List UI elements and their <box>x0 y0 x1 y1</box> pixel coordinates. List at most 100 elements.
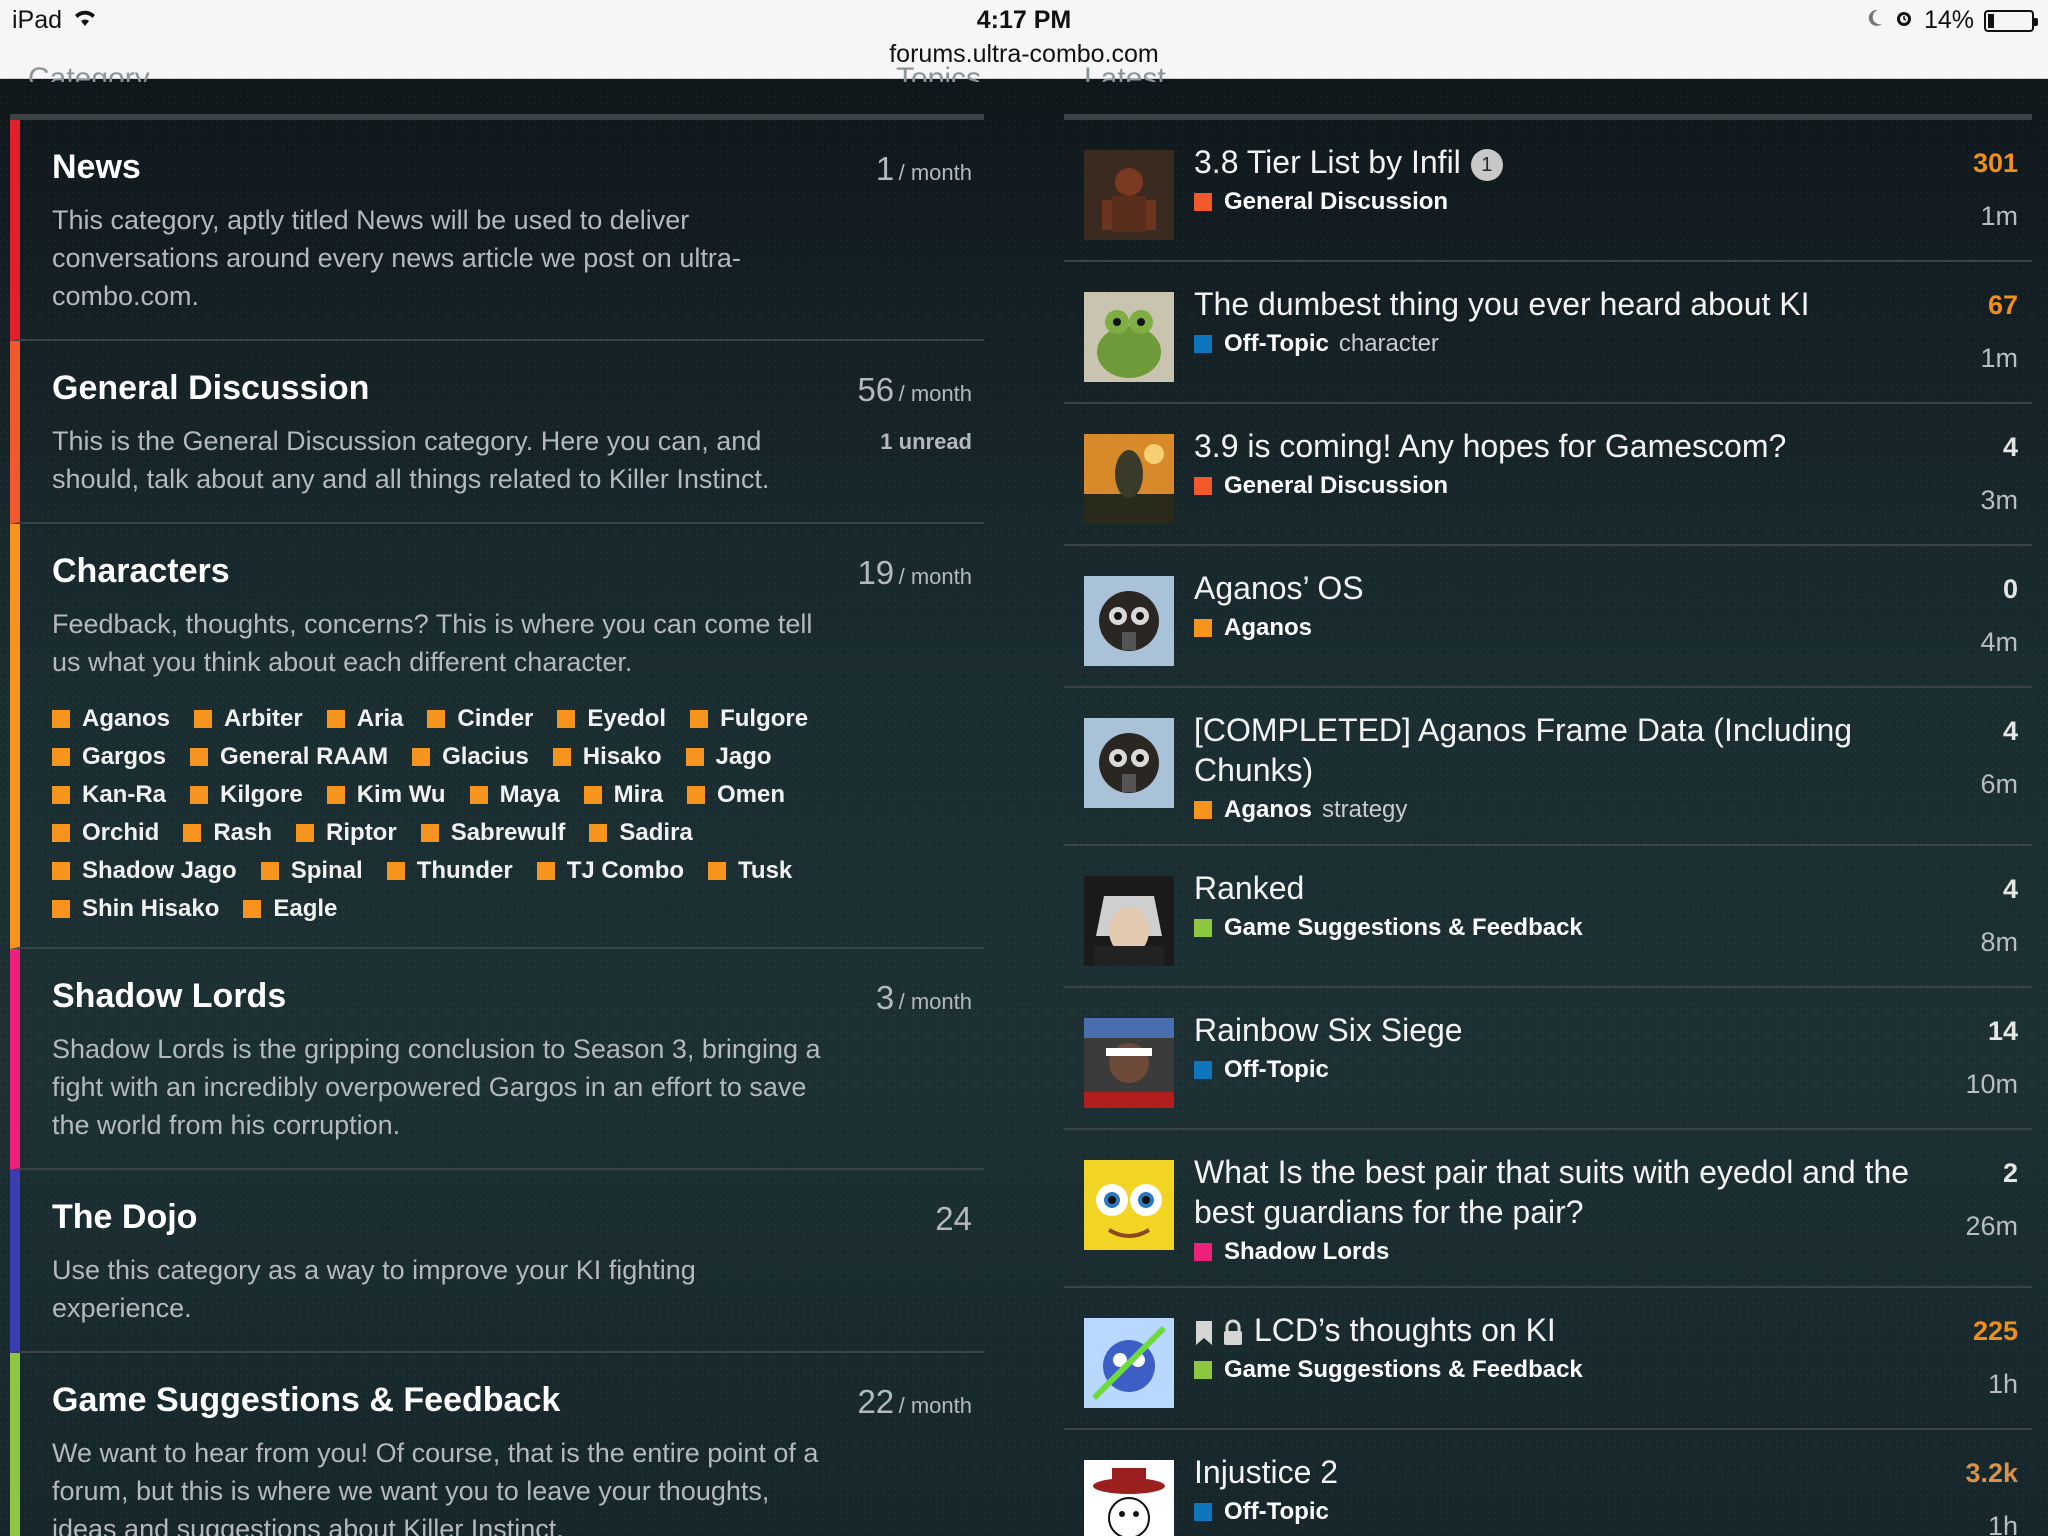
topic-row[interactable]: What Is the best pair that suits with ey… <box>1064 1130 2032 1288</box>
last-activity[interactable]: 4m <box>1980 627 2018 658</box>
last-activity[interactable]: 1h <box>1973 1369 2018 1400</box>
subcategory-kan-ra[interactable]: Kan-Ra <box>52 781 166 809</box>
subcategory-rash[interactable]: Rash <box>183 819 272 847</box>
topic-row[interactable]: Ranked Game Suggestions & Feedback 4 8m <box>1064 846 2032 988</box>
reply-count[interactable]: 67 <box>1980 290 2018 321</box>
subcategory-glacius[interactable]: Glacius <box>412 743 529 771</box>
gasmask-avatar[interactable] <box>1084 718 1174 808</box>
subcategory-shadow-jago[interactable]: Shadow Jago <box>52 857 237 885</box>
topic-title[interactable]: Ranked <box>1194 870 1304 906</box>
subcategory-gargos[interactable]: Gargos <box>52 743 166 771</box>
subcategory-jago[interactable]: Jago <box>685 743 772 771</box>
topic-row[interactable]: [COMPLETED] Aganos Frame Data (Including… <box>1064 688 2032 846</box>
topic-title[interactable]: 3.8 Tier List by Infil <box>1194 144 1461 180</box>
topic-row[interactable]: The dumbest thing you ever heard about K… <box>1064 262 2032 404</box>
category-name[interactable]: News <box>52 148 972 187</box>
topic-category-link[interactable]: Off-Topic <box>1224 1498 1329 1526</box>
creature-avatar[interactable] <box>1084 434 1174 524</box>
last-activity[interactable]: 10m <box>1965 1069 2018 1100</box>
topic-title[interactable]: Injustice 2 <box>1194 1454 1338 1490</box>
reply-count[interactable]: 4 <box>1980 432 2018 463</box>
last-activity[interactable]: 26m <box>1965 1211 2018 1242</box>
subcategory-fulgore[interactable]: Fulgore <box>690 705 808 733</box>
topic-category-link[interactable]: Game Suggestions & Feedback <box>1224 914 1583 942</box>
topic-row[interactable]: LCD’s thoughts on KI Game Suggestions & F… <box>1064 1288 2032 1430</box>
last-activity[interactable]: 1h <box>1965 1511 2018 1536</box>
unread-badge[interactable]: 1 <box>1470 148 1503 181</box>
subcategory-kilgore[interactable]: Kilgore <box>190 781 303 809</box>
topic-category-link[interactable]: General Discussion <box>1224 188 1448 216</box>
warrior-avatar[interactable] <box>1084 150 1174 240</box>
topic-row[interactable]: Aganos’ OS Aganos 0 4m <box>1064 546 2032 688</box>
unread-count[interactable]: 1 unread <box>857 429 972 455</box>
subcategory-hisako[interactable]: Hisako <box>552 743 662 771</box>
category-the-dojo[interactable]: The Dojo Use this category as a way to i… <box>10 1170 984 1353</box>
subcategory-aria[interactable]: Aria <box>326 705 403 733</box>
gasmask-avatar[interactable] <box>1084 576 1174 666</box>
reply-count[interactable]: 2 <box>1965 1158 2018 1189</box>
address-bar[interactable]: forums.ultra-combo.com <box>0 40 2048 69</box>
topic-tag[interactable]: character <box>1339 330 1439 358</box>
frog-avatar[interactable] <box>1084 292 1174 382</box>
topic-category-link[interactable]: Shadow Lords <box>1224 1238 1389 1266</box>
subcategory-general-raam[interactable]: General RAAM <box>190 743 388 771</box>
topic-title[interactable]: [COMPLETED] Aganos Frame Data (Including… <box>1194 712 1852 788</box>
subcategory-tusk[interactable]: Tusk <box>708 857 792 885</box>
topic-row[interactable]: Injustice 2 Off-Topic 3.2k 1h <box>1064 1430 2032 1536</box>
hat-avatar[interactable] <box>1084 1460 1174 1536</box>
topic-title[interactable]: 3.9 is coming! Any hopes for Gamescom? <box>1194 428 1786 464</box>
subcategory-eyedol[interactable]: Eyedol <box>557 705 666 733</box>
topic-tag[interactable]: strategy <box>1322 796 1407 824</box>
subcategory-arbiter[interactable]: Arbiter <box>194 705 303 733</box>
topic-row[interactable]: Rainbow Six Siege Off-Topic 14 10m <box>1064 988 2032 1130</box>
category-name[interactable]: Shadow Lords <box>52 977 972 1016</box>
topic-category-link[interactable]: Aganos <box>1224 796 1312 824</box>
subcategory-aganos[interactable]: Aganos <box>52 705 170 733</box>
topic-title[interactable]: Aganos’ OS <box>1194 570 1364 606</box>
topic-category-link[interactable]: Game Suggestions & Feedback <box>1224 1356 1583 1384</box>
category-name[interactable]: General Discussion <box>52 369 972 408</box>
reply-count[interactable]: 4 <box>1980 874 2018 905</box>
topic-title[interactable]: Rainbow Six Siege <box>1194 1012 1463 1048</box>
subcategory-sadira[interactable]: Sadira <box>589 819 693 847</box>
topic-row[interactable]: 3.8 Tier List by Infil 1 General Discussio… <box>1064 120 2032 262</box>
category-name[interactable]: Game Suggestions & Feedback <box>52 1381 972 1420</box>
subcategory-mira[interactable]: Mira <box>583 781 663 809</box>
subcategory-tj-combo[interactable]: TJ Combo <box>536 857 684 885</box>
last-activity[interactable]: 8m <box>1980 927 2018 958</box>
subcategory-maya[interactable]: Maya <box>469 781 560 809</box>
category-characters[interactable]: Characters Feedback, thoughts, concerns?… <box>10 524 984 949</box>
reply-count[interactable]: 14 <box>1965 1016 2018 1047</box>
reply-count[interactable]: 4 <box>1980 716 2018 747</box>
reply-count[interactable]: 301 <box>1973 148 2018 179</box>
topic-title[interactable]: What Is the best pair that suits with ey… <box>1194 1154 1909 1230</box>
topic-title[interactable]: LCD’s thoughts on KI <box>1254 1312 1556 1348</box>
news-avatar[interactable] <box>1084 1018 1174 1108</box>
category-name[interactable]: Characters <box>52 552 972 591</box>
reply-count[interactable]: 3.2k <box>1965 1458 2018 1489</box>
subcategory-spinal[interactable]: Spinal <box>260 857 363 885</box>
last-activity[interactable]: 6m <box>1980 769 2018 800</box>
subcategory-riptor[interactable]: Riptor <box>296 819 397 847</box>
topic-category-link[interactable]: Aganos <box>1224 614 1312 642</box>
subcategory-cinder[interactable]: Cinder <box>427 705 533 733</box>
topic-title[interactable]: The dumbest thing you ever heard about K… <box>1194 286 1810 322</box>
anime-avatar[interactable] <box>1084 876 1174 966</box>
category-game-suggestions[interactable]: Game Suggestions & Feedback We want to h… <box>10 1353 984 1536</box>
topic-category-link[interactable]: Off-Topic <box>1224 1056 1329 1084</box>
subcategory-thunder[interactable]: Thunder <box>386 857 513 885</box>
topic-category-link[interactable]: Off-Topic <box>1224 330 1329 358</box>
sponge-avatar[interactable] <box>1084 1160 1174 1250</box>
subcategory-omen[interactable]: Omen <box>687 781 785 809</box>
subcategory-orchid[interactable]: Orchid <box>52 819 159 847</box>
last-activity[interactable]: 1m <box>1973 201 2018 232</box>
reply-count[interactable]: 225 <box>1973 1316 2018 1347</box>
reply-count[interactable]: 0 <box>1980 574 2018 605</box>
category-general-discussion[interactable]: General Discussion This is the General D… <box>10 341 984 524</box>
category-news[interactable]: News This category, aptly titled News wi… <box>10 120 984 341</box>
subcategory-sabrewulf[interactable]: Sabrewulf <box>420 819 565 847</box>
category-name[interactable]: The Dojo <box>52 1198 972 1237</box>
subcategory-kim-wu[interactable]: Kim Wu <box>326 781 446 809</box>
subcategory-eagle[interactable]: Eagle <box>243 895 337 923</box>
topic-row[interactable]: 3.9 is coming! Any hopes for Gamescom? Ge… <box>1064 404 2032 546</box>
